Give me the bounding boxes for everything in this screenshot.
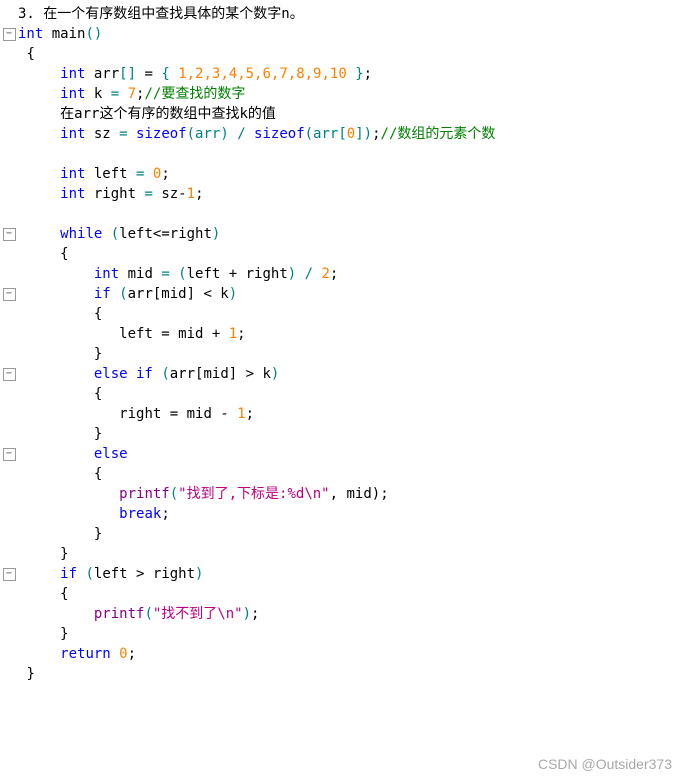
fold-icon[interactable]: − — [0, 224, 18, 244]
code-line: right = mid - 1; — [18, 404, 682, 424]
code-line: { — [18, 244, 682, 264]
code-line: int mid = (left + right) / 2; — [18, 264, 682, 284]
code-block: 3. 在一个有序数组中查找具体的某个数字n。 −int main() { int… — [0, 0, 682, 684]
code-line: } — [18, 524, 682, 544]
code-line: { — [18, 44, 682, 64]
code-line: return 0; — [18, 644, 682, 664]
blank-line — [18, 204, 682, 224]
code-line: if (arr[mid] < k) — [18, 284, 682, 304]
code-line: int k = 7;//要查找的数字 — [18, 84, 682, 104]
fold-icon[interactable]: − — [0, 364, 18, 384]
code-line: while (left<=right) — [18, 224, 682, 244]
fold-icon[interactable]: − — [0, 284, 18, 304]
code-line: break; — [18, 504, 682, 524]
code-line: left = mid + 1; — [18, 324, 682, 344]
code-line: printf("找到了,下标是:%d\n", mid); — [18, 484, 682, 504]
code-line: { — [18, 304, 682, 324]
fold-icon[interactable]: − — [0, 444, 18, 464]
code-line: } — [18, 624, 682, 644]
problem-title: 3. 在一个有序数组中查找具体的某个数字n。 — [18, 4, 682, 24]
blank-line — [18, 144, 682, 164]
code-line: { — [18, 584, 682, 604]
code-line: { — [18, 384, 682, 404]
fold-icon[interactable]: − — [0, 564, 18, 584]
code-line: int arr[] = { 1,2,3,4,5,6,7,8,9,10 }; — [18, 64, 682, 84]
code-line: int sz = sizeof(arr) / sizeof(arr[0]);//… — [18, 124, 682, 144]
code-line: printf("找不到了\n"); — [18, 604, 682, 624]
code-line: } — [18, 664, 682, 684]
watermark: CSDN @Outsider373 — [538, 756, 672, 772]
code-line: else — [18, 444, 682, 464]
fold-icon[interactable]: − — [0, 24, 18, 44]
code-line: } — [18, 544, 682, 564]
code-line: int left = 0; — [18, 164, 682, 184]
code-line: } — [18, 344, 682, 364]
code-line: int main() — [18, 24, 682, 44]
code-line: int right = sz-1; — [18, 184, 682, 204]
code-line: { — [18, 464, 682, 484]
code-line: 在arr这个有序的数组中查找k的值 — [18, 104, 682, 124]
code-line: } — [18, 424, 682, 444]
code-line: else if (arr[mid] > k) — [18, 364, 682, 384]
code-line: if (left > right) — [18, 564, 682, 584]
